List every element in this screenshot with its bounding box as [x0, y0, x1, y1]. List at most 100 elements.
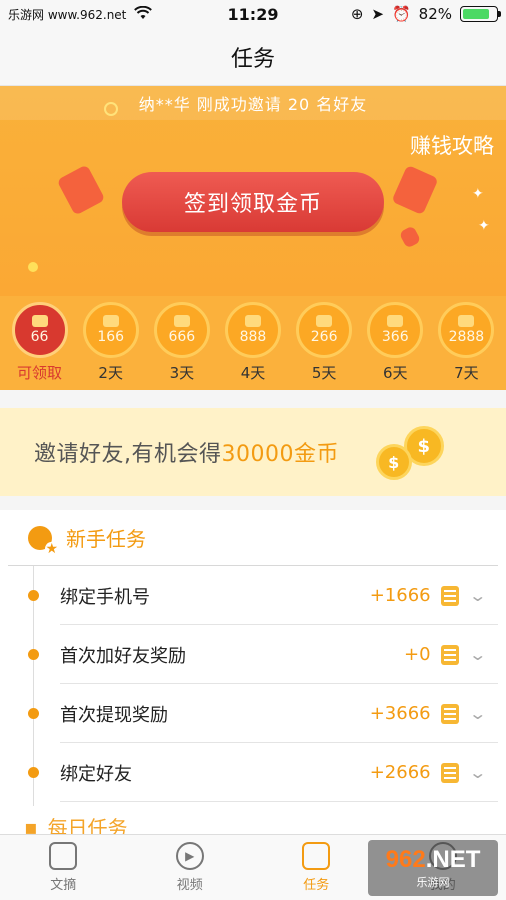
day-label: 4天 [240, 364, 266, 382]
checkin-days: 66 可领取 166 2天 666 3天 888 4天 266 5天 366 6… [0, 296, 506, 390]
checkin-day-3: 666 3天 [151, 296, 213, 390]
coin-stack-icon [173, 315, 190, 327]
red-envelope-decoration [56, 164, 106, 216]
tab-bar: 文摘 ▶ 视频 任务 我的 962.NET 乐游网 [0, 834, 506, 900]
dollar-coin-icon: $ [376, 444, 412, 480]
coin-badge: 666 [153, 302, 210, 358]
coin-badge: 366 [367, 302, 424, 358]
task-name: 绑定手机号 [60, 586, 150, 608]
wifi-icon [134, 5, 153, 23]
coin-stack-icon [102, 315, 119, 327]
coin-badge: 266 [296, 302, 353, 358]
coin-amount: 66 [30, 329, 49, 345]
task-reward: +2666 [369, 762, 431, 783]
day-label: 7天 [454, 364, 479, 382]
coin-badge: 166 [82, 302, 139, 358]
task-bind-phone[interactable]: 绑定手机号 +1666 ⌄ [0, 566, 506, 625]
day-label: 5天 [311, 364, 337, 382]
tab-digest[interactable]: 文摘 [0, 835, 127, 900]
invite-text: 邀请好友,有机会得 [34, 442, 222, 467]
task-first-withdraw-reward[interactable]: 首次提现奖励 +3666 ⌄ [0, 684, 506, 743]
chevron-down-icon[interactable]: ⌄ [468, 586, 487, 605]
sparkle-icon: ✦ [472, 186, 484, 202]
status-right: ⊕ ➤ ⏰ 82% [350, 5, 501, 23]
watermark-logo: 962.NET [385, 846, 481, 873]
ticker-ring-decoration [104, 102, 118, 116]
rotation-lock-icon: ⊕ [350, 5, 364, 23]
tab-tasks[interactable]: 任务 [253, 835, 380, 900]
coin-stack-icon [440, 585, 459, 606]
battery-fill [463, 9, 490, 19]
red-envelope-decoration [391, 164, 439, 216]
timeline-dot [28, 708, 39, 719]
coin-badge: 2888 [438, 302, 495, 358]
chevron-down-icon[interactable]: ⌄ [468, 763, 487, 782]
invite-friends-banner[interactable]: 邀请好友,有机会得 30000金币 $ $ [0, 408, 506, 496]
day-label: 2天 [98, 364, 123, 382]
timeline-dot [28, 767, 39, 778]
earning-guide-link[interactable]: 赚钱攻略 [410, 130, 494, 160]
task-first-friend-reward[interactable]: 首次加好友奖励 +0 ⌄ [0, 625, 506, 684]
chevron-down-icon[interactable]: ⌄ [468, 645, 487, 664]
calendar-check-icon [302, 842, 331, 870]
coin-amount: 366 [381, 329, 409, 345]
coin-stack-icon [440, 644, 459, 665]
signin-banner: 纳**华 刚成功邀请 20 名好友 赚钱攻略 ✦ ✦ 签到领取金币 [0, 86, 506, 296]
task-reward: +0 [404, 644, 431, 665]
day-label: 可领取 [17, 364, 63, 382]
coin-badge: 888 [224, 302, 281, 358]
document-icon [49, 842, 78, 870]
coin-stack-icon [244, 315, 261, 327]
status-left: 乐游网 www.962.net [8, 5, 153, 23]
invite-ticker: 纳**华 刚成功邀请 20 名好友 [0, 86, 506, 120]
checkin-day-4: 888 4天 [222, 296, 284, 390]
ticker-text: 纳**华 刚成功邀请 20 名好友 [138, 95, 368, 114]
task-name: 首次加好友奖励 [60, 645, 186, 667]
checkin-day-7: 2888 7天 [435, 296, 497, 390]
coin-amount: 166 [97, 329, 125, 345]
coin-stack-icon [440, 703, 459, 724]
day-label: 3天 [169, 364, 195, 382]
dot-decoration [28, 262, 38, 272]
alarm-icon: ⏰ [391, 5, 411, 23]
tab-label: 文摘 [50, 878, 77, 893]
tab-label: 任务 [303, 878, 330, 893]
newbie-task-header: 新手任务 [8, 510, 498, 566]
coin-stack-icon [316, 315, 333, 327]
timeline-dot [28, 649, 39, 660]
checkin-day-2: 166 2天 [80, 296, 142, 390]
timeline-dot [28, 590, 39, 601]
checkin-day-1[interactable]: 66 可领取 [9, 296, 71, 390]
tab-video[interactable]: ▶ 视频 [127, 835, 254, 900]
status-bar: 乐游网 www.962.net 11:29 ⊕ ➤ ⏰ 82% [0, 0, 506, 28]
coin-amount: 888 [239, 329, 267, 345]
checkin-day-5: 266 5天 [293, 296, 355, 390]
checkin-day-6: 366 6天 [364, 296, 426, 390]
task-bind-friend[interactable]: 绑定好友 +2666 ⌄ [0, 743, 506, 802]
watermark-text: 乐游网 [416, 876, 450, 889]
site-watermark: 962.NET 乐游网 [368, 840, 498, 896]
chevron-down-icon[interactable]: ⌄ [468, 704, 487, 723]
coin-stack-icon [440, 762, 459, 783]
newbie-task-list: 绑定手机号 +1666 ⌄ 首次加好友奖励 +0 ⌄ 首次提现奖励 +3666 … [0, 566, 506, 806]
coin-stack-icon [387, 315, 404, 327]
location-icon: ➤ [371, 5, 384, 23]
page-title: 任务 [230, 46, 275, 72]
gold-coins-icon: $ $ [368, 424, 448, 482]
coin-stack-icon [458, 315, 475, 327]
task-panel: 新手任务 绑定手机号 +1666 ⌄ 首次加好友奖励 +0 ⌄ 首次提现奖励 +… [0, 510, 506, 840]
coin-amount: 266 [310, 329, 338, 345]
task-name: 绑定好友 [60, 763, 132, 785]
coin-stack-icon [31, 315, 48, 327]
nav-bar: 任务 [0, 28, 506, 86]
play-icon: ▶ [175, 842, 204, 870]
carrier-text: 乐游网 www.962.net [8, 7, 127, 22]
task-name: 首次提现奖励 [60, 704, 168, 726]
signin-button[interactable]: 签到领取金币 [122, 172, 384, 232]
red-envelope-decoration [398, 225, 422, 249]
day-label: 6天 [382, 364, 408, 382]
sparkle-icon: ✦ [478, 218, 490, 234]
coin-amount: 666 [168, 329, 196, 345]
task-reward: +1666 [369, 585, 431, 606]
section-title: 新手任务 [66, 527, 146, 551]
